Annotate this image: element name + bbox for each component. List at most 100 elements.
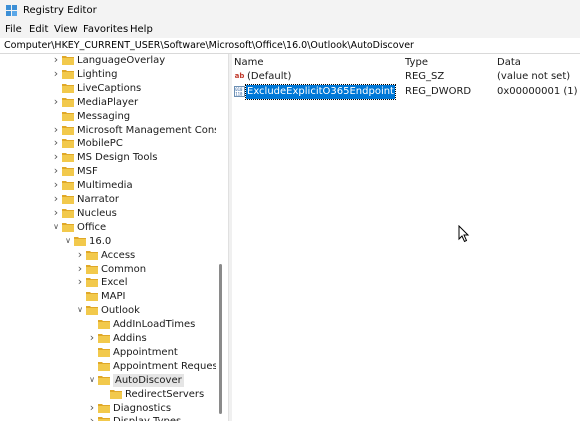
folder-icon bbox=[62, 69, 74, 79]
chevron-down-icon[interactable]: ∨ bbox=[88, 375, 96, 385]
value-row[interactable]: 010 110 ExcludeExplicitO365Endpoint REG_DWO… bbox=[232, 84, 580, 100]
folder-icon bbox=[62, 222, 74, 232]
tree-item-label: RedirectServers bbox=[125, 388, 205, 400]
chevron-right-icon[interactable]: › bbox=[76, 249, 84, 260]
folder-icon bbox=[62, 83, 74, 93]
no-expander bbox=[100, 389, 108, 399]
tree-item-label: Appointment bbox=[113, 346, 178, 358]
tree-item[interactable]: › Diagnostics bbox=[88, 402, 224, 415]
tree-scrollbar-thumb[interactable] bbox=[219, 264, 222, 414]
key-tree[interactable]: › LanguageOverlay › Lighting LiveCaptions › Me… bbox=[0, 54, 224, 421]
tree-item[interactable]: › MobilePC bbox=[52, 137, 224, 150]
folder-icon bbox=[86, 264, 98, 274]
tree-item[interactable]: RedirectServers bbox=[100, 388, 224, 401]
menu-favorites[interactable]: Favorites bbox=[83, 24, 128, 35]
tree-item[interactable]: › Lighting bbox=[52, 68, 224, 81]
value-row[interactable]: ab (Default) REG_SZ (value not set) bbox=[232, 70, 580, 84]
folder-icon bbox=[98, 361, 110, 371]
registry-editor-icon bbox=[6, 5, 17, 16]
tree-item[interactable]: LiveCaptions bbox=[52, 82, 224, 95]
chevron-down-icon[interactable]: ∨ bbox=[64, 236, 72, 246]
value-name[interactable]: ExcludeExplicitO365Endpoint bbox=[245, 84, 396, 100]
tree-item[interactable]: › Addins bbox=[88, 332, 224, 345]
tree-item[interactable]: Messaging bbox=[52, 110, 224, 123]
ab-string-icon: ab bbox=[234, 72, 245, 80]
chevron-right-icon[interactable]: › bbox=[88, 332, 96, 343]
tree-item[interactable]: › Display Types bbox=[88, 415, 224, 421]
tree-item[interactable]: Appointment Request bbox=[88, 360, 224, 373]
chevron-right-icon[interactable]: › bbox=[52, 179, 60, 190]
no-expander bbox=[52, 83, 60, 93]
folder-icon bbox=[74, 236, 86, 246]
chevron-right-icon[interactable]: › bbox=[88, 415, 96, 421]
tree-item[interactable]: AddInLoadTimes bbox=[88, 318, 224, 331]
chevron-right-icon[interactable]: › bbox=[52, 165, 60, 176]
chevron-right-icon[interactable]: › bbox=[52, 124, 60, 135]
tree-item-label: Microsoft Management Console bbox=[77, 124, 224, 136]
tree-item[interactable]: › Microsoft Management Console bbox=[52, 124, 224, 137]
tree-item[interactable]: › MS Design Tools bbox=[52, 151, 224, 164]
tree-item[interactable]: ∨ 16.0 bbox=[64, 235, 224, 248]
menu-help[interactable]: Help bbox=[130, 24, 153, 35]
folder-icon bbox=[62, 153, 74, 163]
chevron-right-icon[interactable]: › bbox=[52, 193, 60, 204]
tree-item-label: AutoDiscover bbox=[113, 373, 184, 387]
tree-item-label: LanguageOverlay bbox=[77, 55, 166, 66]
folder-icon bbox=[86, 292, 98, 302]
value-type: REG_SZ bbox=[405, 71, 445, 82]
tree-item[interactable]: Appointment bbox=[88, 346, 224, 359]
tree-item[interactable]: › Common bbox=[76, 263, 224, 276]
tree-item[interactable]: ∨ Outlook bbox=[76, 304, 224, 317]
tree-item[interactable]: MAPI bbox=[76, 290, 224, 303]
tree-item[interactable]: ∨ Office bbox=[52, 221, 224, 234]
chevron-right-icon[interactable]: › bbox=[76, 263, 84, 274]
folder-icon bbox=[62, 181, 74, 191]
column-header-name[interactable]: Name bbox=[234, 57, 264, 68]
tree-item[interactable]: ∨ AutoDiscover bbox=[88, 373, 224, 387]
tree-item[interactable]: › MediaPlayer bbox=[52, 96, 224, 109]
tree-item[interactable]: › Multimedia bbox=[52, 179, 224, 192]
folder-icon bbox=[62, 195, 74, 204]
values-list[interactable]: Name Type Data ab (Default) REG_SZ (value n… bbox=[232, 54, 580, 421]
tree-item-label: Appointment Request bbox=[113, 360, 222, 372]
chevron-right-icon[interactable]: › bbox=[52, 54, 60, 65]
folder-icon bbox=[98, 334, 110, 343]
chevron-right-icon[interactable]: › bbox=[52, 137, 60, 148]
chevron-down-icon[interactable]: ∨ bbox=[52, 222, 60, 232]
chevron-right-icon[interactable]: › bbox=[52, 68, 60, 79]
tree-item[interactable]: › Access bbox=[76, 249, 224, 262]
tree-item-label: AddInLoadTimes bbox=[113, 319, 196, 331]
value-type: REG_DWORD bbox=[405, 86, 472, 97]
tree-item-label: Office bbox=[77, 221, 107, 233]
column-header-data[interactable]: Data bbox=[497, 57, 521, 68]
tree-scrollbar[interactable] bbox=[216, 54, 224, 421]
binary-value-icon: 010 110 bbox=[234, 86, 245, 97]
value-name[interactable]: (Default) bbox=[246, 70, 292, 84]
value-data: (value not set) bbox=[497, 71, 571, 82]
folder-icon bbox=[62, 139, 74, 149]
tree-item[interactable]: › MSF bbox=[52, 165, 224, 178]
menu-file[interactable]: File bbox=[5, 24, 22, 35]
chevron-down-icon[interactable]: ∨ bbox=[76, 305, 84, 315]
chevron-right-icon[interactable]: › bbox=[52, 207, 60, 218]
address-path[interactable]: Computer\HKEY_CURRENT_USER\Software\Micr… bbox=[4, 40, 414, 51]
tree-item[interactable]: › Excel bbox=[76, 276, 224, 289]
tree-item[interactable]: › Narrator bbox=[52, 193, 224, 206]
chevron-right-icon[interactable]: › bbox=[88, 402, 96, 413]
folder-icon bbox=[98, 375, 110, 385]
address-bar[interactable]: Computer\HKEY_CURRENT_USER\Software\Micr… bbox=[0, 38, 580, 54]
menu-edit[interactable]: Edit bbox=[29, 24, 48, 35]
menu-bar: File Edit View Favorites Help bbox=[0, 22, 580, 38]
tree-item-label: Nucleus bbox=[77, 207, 117, 219]
menu-view[interactable]: View bbox=[54, 24, 78, 35]
tree-item[interactable]: › Nucleus bbox=[52, 207, 224, 220]
tree-item-label: Common bbox=[101, 263, 147, 275]
chevron-right-icon[interactable]: › bbox=[52, 96, 60, 107]
tree-item-label: MAPI bbox=[101, 291, 126, 303]
column-header-type[interactable]: Type bbox=[405, 57, 428, 68]
chevron-right-icon[interactable]: › bbox=[52, 151, 60, 162]
chevron-right-icon[interactable]: › bbox=[76, 276, 84, 287]
tree-item-label: 16.0 bbox=[89, 235, 112, 247]
folder-icon bbox=[86, 306, 98, 316]
tree-item[interactable]: › LanguageOverlay bbox=[52, 54, 224, 67]
